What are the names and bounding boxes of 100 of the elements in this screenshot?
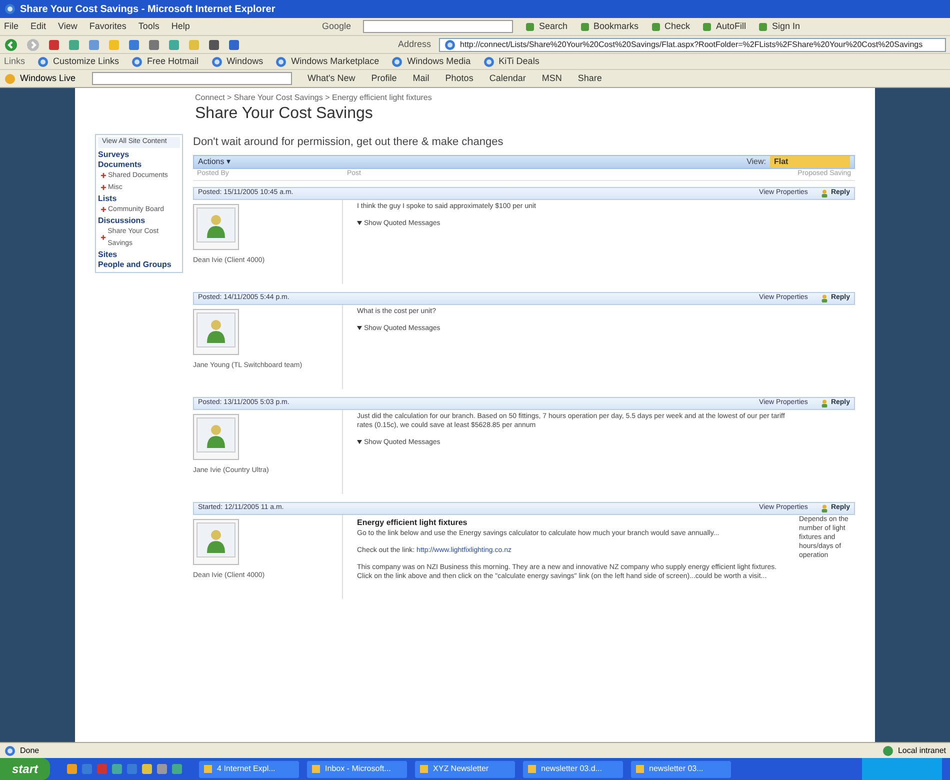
quick-launch-icon <box>96 763 108 775</box>
forward-icon <box>26 38 40 52</box>
menu-item[interactable]: Edit <box>30 20 46 34</box>
toolbar-button[interactable]: Bookmarks <box>580 20 639 34</box>
breadcrumb: Connect > Share Your Cost Savings > Energy efficient light fixtures <box>195 92 433 104</box>
search-field[interactable] <box>362 20 513 33</box>
window-icon <box>419 764 430 774</box>
link[interactable]: Free Hotmail <box>131 54 199 68</box>
window-icon <box>527 764 538 774</box>
link[interactable]: Windows <box>210 54 264 68</box>
live-item[interactable]: Calendar <box>489 72 526 86</box>
toolbar-icon <box>168 38 180 50</box>
menu-item[interactable]: View <box>58 20 78 34</box>
start-button[interactable]: start <box>0 758 50 780</box>
link[interactable]: Customize Links <box>37 54 120 68</box>
window-title: Share Your Cost Savings - Microsoft Internet Explorer <box>20 2 276 16</box>
plus-icon <box>101 173 106 178</box>
toolbar-icon <box>128 38 140 50</box>
page-icon <box>444 38 456 50</box>
page-icon <box>37 56 50 68</box>
toolbar-button[interactable]: Search <box>524 20 568 34</box>
quick-launch-icon <box>81 763 94 775</box>
view-label: View: <box>746 156 766 168</box>
taskbar-button[interactable]: Inbox - Microsoft... <box>307 760 408 778</box>
live-item[interactable]: Mail <box>412 72 430 86</box>
toolbar-button[interactable]: Check <box>650 20 690 34</box>
quick-launch-icon <box>66 763 78 775</box>
list-description: Don't wait around for permission, get out there & make changes <box>193 135 504 150</box>
window-icon <box>635 764 646 774</box>
toolbar-icon <box>108 38 120 50</box>
quick-launch-icon <box>126 763 138 775</box>
link[interactable]: Windows Media <box>391 54 471 68</box>
toolbar-icon <box>650 22 661 32</box>
toolbar-icon <box>702 22 712 32</box>
nav-heading[interactable]: People and Groups <box>98 260 180 270</box>
user-avatar-icon <box>193 414 239 460</box>
toolbar-icon <box>188 38 200 50</box>
toolbar-icon <box>48 38 60 50</box>
toolbar-icon <box>208 38 220 50</box>
address-label: Address <box>398 38 432 51</box>
toolbar-icon <box>524 22 535 32</box>
taskbar-button[interactable]: 4 Internet Expl... <box>199 760 300 778</box>
window-icon <box>311 764 322 774</box>
google-label: Google <box>322 20 351 33</box>
search-field[interactable] <box>92 72 292 85</box>
page-title: Share Your Cost Savings <box>195 104 374 124</box>
plus-icon <box>101 235 106 240</box>
live-item[interactable]: Share <box>578 72 602 86</box>
menu-item[interactable]: Help <box>171 20 190 34</box>
toolbar-button[interactable]: Sign In <box>758 20 800 34</box>
quick-launch-icon <box>171 763 184 775</box>
back-icon <box>4 38 18 52</box>
user-avatar-icon <box>193 518 239 564</box>
menu-item[interactable]: Tools <box>138 20 160 34</box>
live-item[interactable]: Profile <box>371 72 397 86</box>
link[interactable]: Windows Marketplace <box>275 54 380 68</box>
view-dropdown[interactable]: Flat <box>770 156 850 168</box>
nav-heading[interactable]: Documents <box>98 160 180 170</box>
post-subject: Energy efficient light fixtures <box>357 516 468 528</box>
toolbar-icon <box>88 38 100 50</box>
page-icon <box>482 56 495 68</box>
page-icon <box>391 56 404 68</box>
live-item[interactable]: Photos <box>445 72 474 86</box>
toolbar-button[interactable]: AutoFill <box>702 20 746 34</box>
taskbar-button[interactable]: newsletter 03.d... <box>523 760 624 778</box>
plus-icon <box>101 185 106 190</box>
toolbar-icon <box>148 38 160 50</box>
link[interactable]: KiTi Deals <box>482 54 540 68</box>
page-icon <box>210 56 223 68</box>
toolbar-icon <box>68 38 80 50</box>
page-icon <box>4 744 16 756</box>
toolbar-icon <box>758 22 768 32</box>
zone-text: Local intranet <box>882 744 946 756</box>
nav-heading[interactable]: Sites <box>98 250 180 260</box>
toolbar-icon <box>580 22 590 32</box>
live-item[interactable]: What's New <box>308 72 356 86</box>
live-label: Windows Live <box>4 72 76 86</box>
triangle-icon <box>357 440 362 446</box>
window-icon <box>203 764 214 774</box>
menu-item[interactable]: Favorites <box>89 20 126 34</box>
status-text: Done <box>4 744 40 756</box>
menu-item[interactable]: File <box>4 20 19 34</box>
toolbar-icon <box>228 38 240 50</box>
taskbar-button[interactable]: newsletter 03... <box>631 760 732 778</box>
taskbar-button[interactable]: XYZ Newsletter <box>415 760 516 778</box>
nav-heading[interactable]: Discussions <box>98 216 180 226</box>
nav-heading[interactable]: Surveys <box>98 150 180 160</box>
triangle-icon <box>357 221 362 226</box>
nav-heading[interactable]: Lists <box>98 194 180 204</box>
quick-launch-icon <box>111 763 124 775</box>
address-field[interactable]: http://connect/Lists/Share%20Your%20Cost%20Savings/Flat.aspx?RootFolder=%2FLists%2FShare%20Your%20Cost%20Savings <box>439 38 946 52</box>
page-icon <box>275 56 288 68</box>
quick-launch-icon <box>141 763 154 775</box>
live-item[interactable]: MSN <box>542 72 562 86</box>
plus-icon <box>101 207 106 212</box>
quick-launch-icon <box>156 763 168 775</box>
links-label: Links <box>4 54 26 68</box>
page-icon <box>131 56 144 68</box>
actions-menu[interactable]: Actions ▾ <box>198 156 230 168</box>
browser-icon <box>4 3 16 15</box>
